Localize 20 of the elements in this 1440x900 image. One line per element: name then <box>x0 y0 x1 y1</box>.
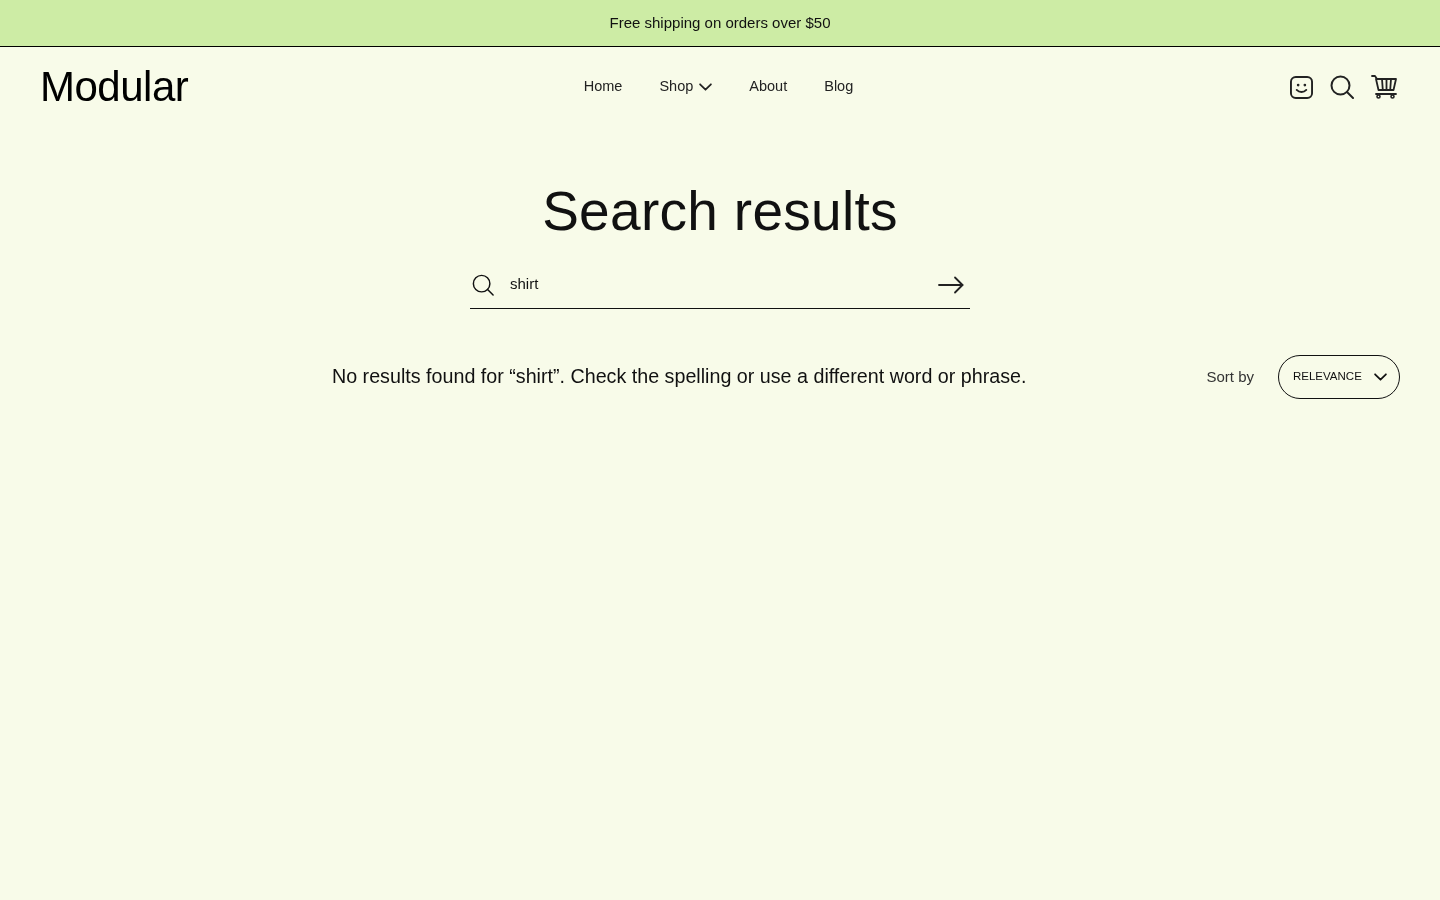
page-title: Search results <box>541 179 899 244</box>
announcement-text: Free shipping on orders over $50 <box>609 12 831 33</box>
nav-link[interactable]: Shop <box>659 76 713 98</box>
shopping-cart-icon <box>1371 75 1397 99</box>
search-input[interactable]: shirt <box>510 273 922 296</box>
cart-button[interactable] <box>1371 75 1397 99</box>
search-icon <box>472 273 494 296</box>
nav-link[interactable]: Blog <box>824 76 854 98</box>
nav-link[interactable]: About <box>749 76 788 98</box>
sort-label: Sort by <box>1206 366 1254 387</box>
search-icon <box>1330 75 1354 99</box>
nav-link[interactable]: Home <box>583 76 623 98</box>
account-button[interactable] <box>1290 75 1313 99</box>
search-button[interactable] <box>1330 75 1354 99</box>
arrow-right-icon <box>938 275 964 294</box>
chevron-down-icon <box>1374 373 1387 381</box>
submit-button[interactable] <box>938 275 964 294</box>
smiley-face-icon <box>1290 75 1313 99</box>
logo[interactable]: Modular <box>40 66 189 108</box>
no-results-message: No results found for “shirt”. Check the spelling or use a different word or phrase. <box>330 364 1028 390</box>
